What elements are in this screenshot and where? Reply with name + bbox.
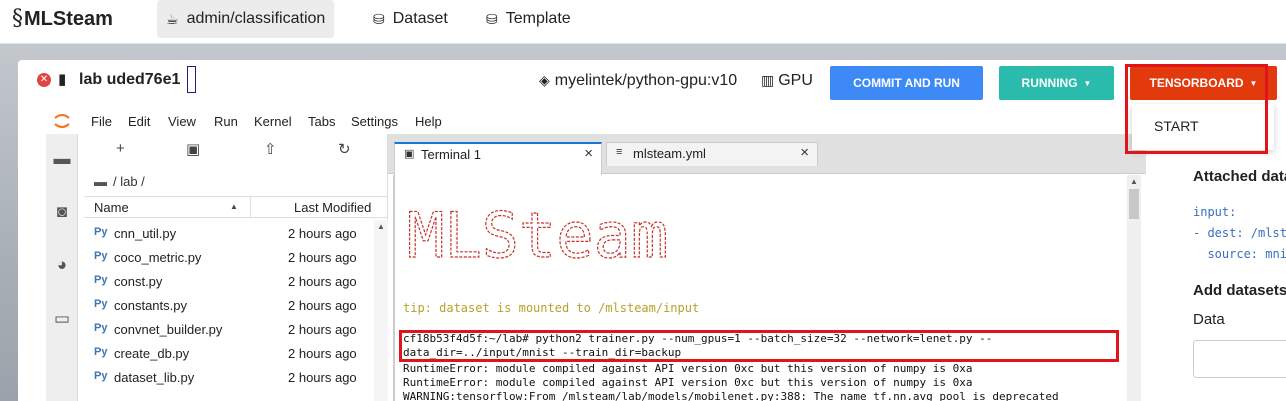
tab-mlsteam-yml[interactable]: ≡ mlsteam.yml ×	[606, 142, 818, 166]
file-row[interactable]: Py constants.py 2 hours ago	[84, 294, 374, 318]
add-datasets-title: Add datasets	[1193, 282, 1286, 299]
mlsteam-logo[interactable]: §MLSteam	[12, 6, 113, 31]
terminal-scrollbar[interactable]: ▲	[1127, 175, 1141, 401]
file-row[interactable]: Py cnn_util.py 2 hours ago	[84, 222, 374, 246]
command-highlight-box	[399, 330, 1119, 362]
column-last-modified[interactable]: Last Modified	[294, 200, 371, 215]
file-row[interactable]: Py coco_metric.py 2 hours ago	[84, 246, 374, 270]
running-dropdown-button[interactable]: RUNNING ▼	[999, 66, 1114, 100]
python-file-icon: Py	[94, 250, 108, 262]
caret-down-icon: ▼	[1083, 78, 1092, 88]
commit-and-run-button[interactable]: COMMIT AND RUN	[830, 66, 983, 100]
yaml-line: - dest: /mlsteam/input	[1193, 226, 1286, 240]
tabs-icon[interactable]: ▭	[52, 309, 72, 329]
column-divider	[250, 197, 251, 218]
column-name[interactable]: Name	[94, 200, 129, 215]
menu-tabs[interactable]: Tabs	[308, 114, 335, 129]
data-field-label: Data	[1193, 311, 1225, 328]
lab-header: ✕ ▮ lab uded76e1 ◈ myelintek/python-gpu:v…	[18, 60, 1286, 108]
database-icon: ⛁	[486, 10, 498, 27]
data-select-input[interactable]	[1193, 340, 1286, 378]
scroll-up-icon[interactable]: ▲	[377, 222, 385, 231]
python-file-icon: Py	[94, 298, 108, 310]
database-icon: ⛁	[373, 10, 385, 27]
file-list-scrollbar[interactable]: ▲	[374, 220, 388, 401]
jupyter-menubar: File Edit View Run Kernel Tabs Settings …	[46, 108, 1146, 134]
file-row[interactable]: Py create_db.py 2 hours ago	[84, 342, 374, 366]
menu-settings[interactable]: Settings	[351, 114, 398, 129]
mug-icon: ☕	[166, 10, 179, 27]
upload-icon[interactable]: ⇧	[264, 140, 277, 158]
tensorboard-highlight-box	[1125, 64, 1268, 154]
python-file-icon: Py	[94, 370, 108, 382]
scroll-up-icon[interactable]: ▲	[1130, 177, 1138, 186]
yaml-line: source: mnist	[1207, 247, 1286, 261]
document-tabbar: ▣ Terminal 1 × ≡ mlsteam.yml ×	[388, 134, 1146, 175]
gpu-label: ▥ GPU	[761, 72, 813, 89]
file-row[interactable]: Py const.py 2 hours ago	[84, 270, 374, 294]
file-browser: + ▣ ⇧ ↻ ▬ / lab / Name ▲ Last Modified Py…	[78, 134, 388, 401]
folder-icon: ▬	[94, 174, 107, 189]
nav-link-template[interactable]: ⛁ Template	[477, 0, 580, 38]
left-sidebar: ▬ ◙ ◕ ▭	[46, 134, 78, 401]
docker-image-label: ◈ myelintek/python-gpu:v10	[539, 72, 738, 89]
terminal-output-line: WARNING:tensorflow:From /mlsteam/lab/mod…	[403, 390, 1059, 401]
text-file-icon: ≡	[616, 146, 623, 158]
menu-kernel[interactable]: Kernel	[254, 114, 292, 129]
file-list-header: Name ▲ Last Modified	[84, 196, 388, 218]
nav-link-project[interactable]: ☕ admin/classification	[157, 0, 335, 38]
layers-icon: ◈	[539, 72, 550, 88]
banner-text: MLSteam	[407, 199, 668, 272]
lab-panel: ✕ ▮ lab uded76e1 ◈ myelintek/python-gpu:v…	[18, 60, 1286, 401]
refresh-icon[interactable]: ↻	[338, 140, 351, 158]
menu-file[interactable]: File	[91, 114, 112, 129]
terminal-output-line: RuntimeError: module compiled against AP…	[403, 362, 973, 375]
terminal-pane[interactable]: MLSteam tip: dataset is mounted to /mlst…	[393, 175, 1141, 401]
scrollbar-thumb[interactable]	[1129, 189, 1139, 219]
menu-edit[interactable]: Edit	[128, 114, 150, 129]
palette-icon[interactable]: ◕	[52, 255, 72, 275]
chip-icon: ▥	[761, 72, 775, 88]
jupyter-logo-icon	[54, 113, 70, 129]
text-cursor-box	[187, 66, 196, 93]
menu-view[interactable]: View	[168, 114, 196, 129]
menu-run[interactable]: Run	[214, 114, 238, 129]
close-tab-icon[interactable]: ×	[800, 144, 809, 161]
mlsteam-logo-mark: §	[12, 6, 23, 31]
new-folder-icon[interactable]: ▣	[186, 140, 200, 158]
terminal-tip: tip: dataset is mounted to /mlsteam/inpu…	[403, 301, 700, 315]
mlsteam-ascii-banner: MLSteam	[406, 198, 668, 272]
folder-icon[interactable]: ▬	[52, 149, 72, 169]
dataset-side-panel: Attached data input: - dest: /mlsteam/in…	[1146, 148, 1286, 401]
sort-asc-icon[interactable]: ▲	[230, 202, 238, 211]
stop-circle-icon[interactable]: ◙	[52, 202, 72, 222]
tab-terminal-1[interactable]: ▣ Terminal 1 ×	[394, 142, 602, 175]
breadcrumb[interactable]: ▬ / lab /	[94, 174, 145, 189]
python-file-icon: Py	[94, 226, 108, 238]
lab-title: lab uded76e1	[79, 71, 181, 88]
terminal-output-line: RuntimeError: module compiled against AP…	[403, 376, 973, 389]
python-file-icon: Py	[94, 274, 108, 286]
new-launcher-icon[interactable]: +	[116, 140, 125, 157]
nav-link-dataset[interactable]: ⛁ Dataset	[364, 0, 457, 38]
yaml-line: input:	[1193, 205, 1237, 219]
python-file-icon: Py	[94, 322, 108, 334]
file-row[interactable]: Py dataset_lib.py 2 hours ago	[84, 366, 374, 390]
top-navbar: §MLSteam ☕ admin/classification ⛁ Dataset …	[0, 0, 1286, 44]
close-tab-icon[interactable]: ×	[584, 145, 593, 162]
python-file-icon: Py	[94, 346, 108, 358]
terminal-icon: ▣	[404, 148, 415, 160]
file-icon: ▮	[58, 71, 67, 88]
menu-help[interactable]: Help	[415, 114, 442, 129]
close-lab-icon[interactable]: ✕	[37, 73, 51, 87]
file-row[interactable]: Py convnet_builder.py 2 hours ago	[84, 318, 374, 342]
attached-data-title: Attached data	[1193, 168, 1286, 185]
